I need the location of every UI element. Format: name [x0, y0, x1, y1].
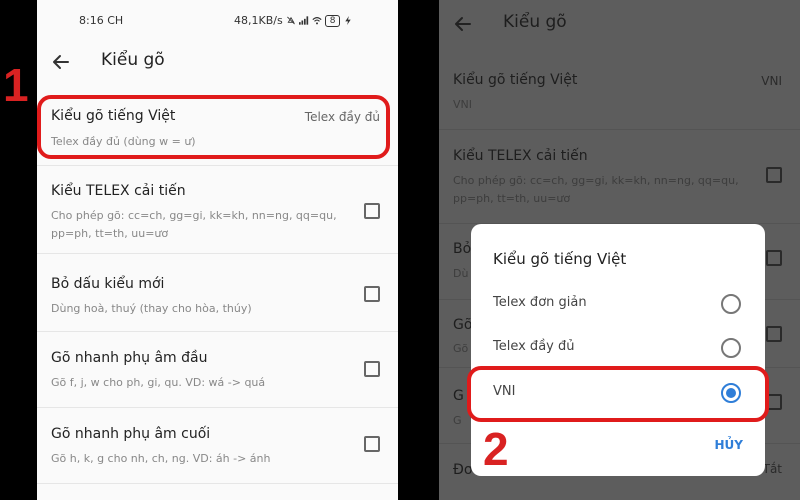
cancel-button[interactable]: HỦY: [715, 438, 743, 452]
setting-subtitle: Gõ h, k, g cho nh, ch, ng. VD: áh -> ánh: [51, 452, 271, 465]
setting-subtitle: VNI: [453, 98, 472, 111]
setting-new-tone-style[interactable]: Bỏ dấu kiểu mới Dùng hoà, thuý (thay cho…: [37, 254, 398, 332]
setting-value: VNI: [761, 74, 782, 88]
option-vni[interactable]: VNI: [471, 373, 765, 413]
status-bar: 8:16 CH 48,1KB/s 8: [37, 0, 398, 40]
setting-value: Telex đầy đủ: [304, 110, 380, 124]
app-bar: Kiểu gõ: [439, 2, 800, 46]
setting-title: Gõ: [453, 317, 473, 333]
page-title: Kiểu gõ: [503, 12, 567, 32]
setting-title: Kiểu gõ tiếng Việt: [51, 108, 176, 124]
setting-quick-final-consonant[interactable]: Gõ nhanh phụ âm cuối Gõ h, k, g cho nh, …: [37, 408, 398, 484]
setting-title: Đơ: [453, 462, 473, 478]
input-method-dialog: Kiểu gõ tiếng Việt Telex đơn giản Telex …: [471, 224, 765, 476]
setting-title: Gõ nhanh phụ âm đầu: [51, 350, 208, 366]
back-arrow-icon[interactable]: [51, 52, 71, 72]
step-number-2: 2: [483, 423, 509, 475]
radio-button[interactable]: [721, 338, 741, 358]
status-time: 8:16 CH: [79, 14, 124, 27]
mute-icon: [286, 16, 295, 25]
radio-button[interactable]: [721, 294, 741, 314]
signal-icon: [298, 16, 308, 25]
setting-telex-improved[interactable]: Kiểu TELEX cải tiến Cho phép gõ: cc=ch, …: [439, 130, 800, 224]
setting-quick-initial-consonant[interactable]: Gõ nhanh phụ âm đầu Gõ f, j, w cho ph, g…: [37, 332, 398, 408]
page-title: Kiểu gõ: [101, 50, 165, 70]
step-number-1: 1: [3, 59, 29, 111]
dialog-title: Kiểu gõ tiếng Việt: [493, 250, 627, 268]
checkbox[interactable]: [364, 286, 380, 302]
setting-subtitle: Telex đầy đủ (dùng w = ư): [51, 135, 196, 148]
setting-subtitle: Gõ f, j, w cho ph, gi, qu. VD: wá -> quá: [51, 376, 266, 389]
setting-subtitle: Cho phép gõ: cc=ch, gg=gi, kk=kh, nn=ng,…: [453, 174, 739, 205]
checkbox[interactable]: [766, 250, 782, 266]
battery-level: 8: [329, 15, 336, 26]
setting-subtitle: Cho phép gõ: cc=ch, gg=gi, kk=kh, nn=ng,…: [51, 209, 337, 240]
status-icons: 48,1KB/s 8: [234, 14, 353, 27]
setting-value: Tắt: [762, 462, 782, 476]
back-arrow-icon[interactable]: [453, 14, 473, 34]
setting-title: Gõ nhanh phụ âm cuối: [51, 426, 211, 442]
setting-title: Kiểu gõ tiếng Việt: [453, 72, 578, 88]
option-label: VNI: [493, 384, 516, 399]
setting-input-method[interactable]: Kiểu gõ tiếng Việt VNI VNI: [439, 56, 800, 130]
setting-input-method[interactable]: Kiểu gõ tiếng Việt Telex đầy đủ Telex đầ…: [37, 92, 398, 166]
radio-button-selected[interactable]: [721, 383, 741, 403]
setting-title: Bỏ dấu kiểu mới: [51, 276, 165, 292]
checkbox[interactable]: [766, 394, 782, 410]
setting-title: Kiểu TELEX cải tiến: [51, 183, 186, 199]
setting-title: G: [453, 388, 464, 404]
option-label: Telex đơn giản: [493, 295, 587, 310]
option-telex-full[interactable]: Telex đầy đủ: [471, 328, 765, 368]
wifi-icon: [312, 17, 322, 25]
checkbox[interactable]: [766, 167, 782, 183]
app-bar: Kiểu gõ: [37, 40, 398, 84]
setting-subtitle: Dùng hoà, thuý (thay cho hòa, thúy): [51, 302, 252, 315]
checkbox[interactable]: [364, 203, 380, 219]
network-speed: 48,1KB/s: [234, 14, 283, 27]
checkbox[interactable]: [364, 361, 380, 377]
checkbox[interactable]: [364, 436, 380, 452]
charging-icon: [345, 16, 352, 25]
option-label: Telex đầy đủ: [493, 339, 575, 354]
battery-icon: 8: [324, 14, 341, 27]
checkbox[interactable]: [766, 326, 782, 342]
left-phone-screen: 8:16 CH 48,1KB/s 8 Kiểu gõ Kiểu gõ tiếng…: [37, 0, 398, 500]
setting-title: Bỏ: [453, 241, 472, 257]
setting-telex-improved[interactable]: Kiểu TELEX cải tiến Cho phép gõ: cc=ch, …: [37, 166, 398, 254]
option-telex-simple[interactable]: Telex đơn giản: [471, 284, 765, 324]
setting-title: Kiểu TELEX cải tiến: [453, 148, 588, 164]
